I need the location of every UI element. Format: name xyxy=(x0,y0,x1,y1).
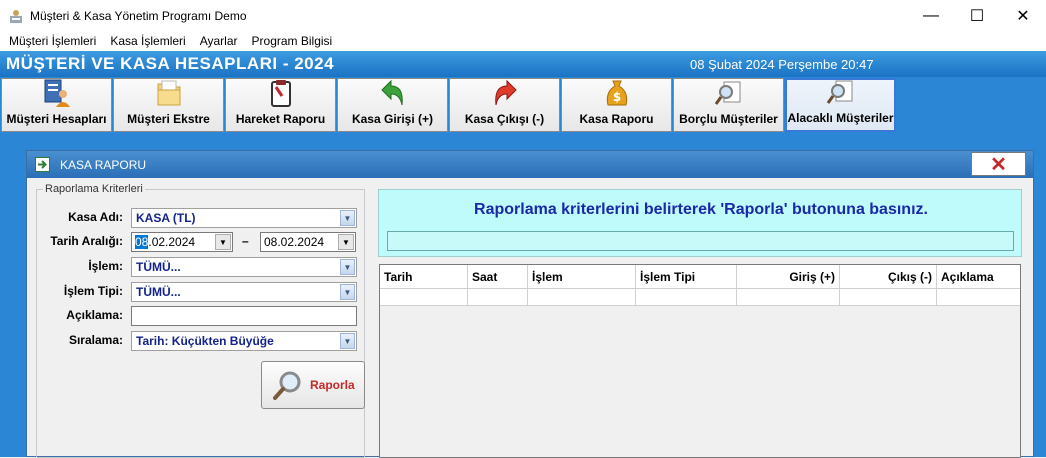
musteri-hesaplari-button[interactable]: Müşteri Hesapları xyxy=(1,78,112,132)
criteria-group: Raporlama Kriterleri Kasa Adı: KASA (TL)… xyxy=(36,183,365,458)
islem-value: TÜMÜ... xyxy=(136,260,181,274)
siralama-select[interactable]: Tarih: Küçükten Büyüğe ▼ xyxy=(131,331,357,351)
islem-tipi-value: TÜMÜ... xyxy=(136,285,181,299)
title-bar: Müşteri & Kasa Yönetim Programı Demo — ☐… xyxy=(0,0,1046,31)
toolbar-label: Kasa Girişi (+) xyxy=(351,112,434,126)
toolbar-label: Müşteri Hesapları xyxy=(6,112,107,126)
maximize-button[interactable]: ☐ xyxy=(954,0,1000,31)
window-title: Müşteri & Kasa Yönetim Programı Demo xyxy=(30,8,247,23)
menu-bar: Müşteri İşlemleri Kasa İşlemleri Ayarlar… xyxy=(0,31,1046,51)
tarih-label: Tarih Aralığı: xyxy=(50,234,123,248)
info-panel: Raporlama kriterlerini belirterek 'Rapor… xyxy=(378,189,1022,257)
kasa-label: Kasa Adı: xyxy=(68,210,123,224)
chevron-down-icon[interactable]: ▼ xyxy=(338,234,354,250)
magnifier-icon xyxy=(273,371,301,400)
app-icon xyxy=(8,8,24,24)
column-header[interactable]: Saat xyxy=(468,265,528,289)
toolbar-label: Kasa Raporu xyxy=(579,112,654,126)
menu-ayarlar[interactable]: Ayarlar xyxy=(193,34,245,48)
date-from-rest: .02.2024 xyxy=(148,235,196,249)
magnifier-report-icon xyxy=(826,77,856,107)
aciklama-label: Açıklama: xyxy=(66,308,123,322)
clipboard-icon xyxy=(266,78,296,108)
folder-icon xyxy=(154,78,184,108)
table-row[interactable] xyxy=(380,289,1020,306)
toolbar-label: Alacaklı Müşteriler xyxy=(787,111,894,125)
toolbar: Müşteri Hesapları Müşteri Ekstre Hareket… xyxy=(0,77,1046,134)
kasa-raporu-window: KASA RAPORU ✕ Raporlama Kriterleri Kasa … xyxy=(26,150,1034,458)
table-cell[interactable] xyxy=(737,289,840,306)
header-datetime: 08 Şubat 2024 Perşembe 20:47 xyxy=(690,57,874,72)
kasa-select[interactable]: KASA (TL) ▼ xyxy=(131,208,357,228)
toolbar-label: Kasa Çıkışı (-) xyxy=(464,112,545,126)
raporla-label: Raporla xyxy=(310,378,355,392)
chevron-down-icon[interactable]: ▼ xyxy=(340,284,355,300)
toolbar-label: Borçlu Müşteriler xyxy=(679,112,778,126)
hareket-raporu-button[interactable]: Hareket Raporu xyxy=(225,78,336,132)
islem-label: İşlem: xyxy=(88,259,123,273)
magnifier-report-icon xyxy=(714,78,744,108)
minimize-button[interactable]: — xyxy=(908,0,954,31)
table-cell[interactable] xyxy=(937,289,1020,306)
svg-text:$: $ xyxy=(612,90,620,104)
toolbar-label: Müşteri Ekstre xyxy=(127,112,210,126)
raporla-button[interactable]: Raporla xyxy=(261,361,365,409)
close-button[interactable]: ✕ xyxy=(1000,0,1046,31)
criteria-legend: Raporlama Kriterleri xyxy=(43,183,145,195)
islem-tipi-label: İşlem Tipi: xyxy=(63,284,123,298)
table-cell[interactable] xyxy=(840,289,937,306)
date-from-day: 08 xyxy=(135,235,149,249)
alacakli-musteriler-button[interactable]: Alacaklı Müşteriler xyxy=(785,78,896,132)
musteri-ekstre-button[interactable]: Müşteri Ekstre xyxy=(113,78,224,132)
borclu-musteriler-button[interactable]: Borçlu Müşteriler xyxy=(673,78,784,132)
chevron-down-icon[interactable]: ▼ xyxy=(215,234,231,250)
date-to-value: 08.02.2024 xyxy=(264,235,325,249)
menu-musteri-islemleri[interactable]: Müşteri İşlemleri xyxy=(2,34,103,48)
table-cell[interactable] xyxy=(528,289,636,306)
date-from-picker[interactable]: 08.02.2024 ▼ xyxy=(131,232,233,252)
kasa-value: KASA (TL) xyxy=(136,211,196,225)
child-title: KASA RAPORU xyxy=(60,158,147,172)
menu-program-bilgisi[interactable]: Program Bilgisi xyxy=(245,34,340,48)
table-cell[interactable] xyxy=(468,289,528,306)
chevron-down-icon[interactable]: ▼ xyxy=(340,210,355,226)
column-header[interactable]: İşlem xyxy=(528,265,636,289)
progress-bar xyxy=(387,231,1014,251)
date-to-picker[interactable]: 08.02.2024 ▼ xyxy=(260,232,356,252)
siralama-value: Tarih: Küçükten Büyüğe xyxy=(136,334,274,348)
menu-kasa-islemleri[interactable]: Kasa İşlemleri xyxy=(103,34,192,48)
column-header[interactable]: Açıklama xyxy=(937,265,1020,289)
child-close-button[interactable]: ✕ xyxy=(971,152,1026,176)
aciklama-input[interactable] xyxy=(131,306,357,326)
page-title: MÜŞTERİ VE KASA HESAPLARI - 2024 xyxy=(6,54,335,73)
table-cell[interactable] xyxy=(380,289,468,306)
chevron-down-icon[interactable]: ▼ xyxy=(340,259,355,275)
kasa-cikisi-button[interactable]: Kasa Çıkışı (-) xyxy=(449,78,560,132)
header-band: MÜŞTERİ VE KASA HESAPLARI - 2024 08 Şuba… xyxy=(0,51,1046,77)
info-message: Raporlama kriterlerini belirterek 'Rapor… xyxy=(474,201,928,218)
column-header[interactable]: Tarih xyxy=(380,265,468,289)
islem-tipi-select[interactable]: TÜMÜ... ▼ xyxy=(131,282,357,302)
column-header[interactable]: İşlem Tipi xyxy=(636,265,737,289)
green-arrow-icon xyxy=(378,78,408,108)
chevron-down-icon[interactable]: ▼ xyxy=(340,333,355,349)
table-cell[interactable] xyxy=(636,289,737,306)
column-header[interactable]: Giriş (+) xyxy=(737,265,840,289)
grid-header: Tarih Saat İşlem İşlem Tipi Giriş (+) Çı… xyxy=(380,265,1020,289)
child-title-bar: KASA RAPORU ✕ xyxy=(27,151,1033,178)
red-arrow-icon xyxy=(490,78,520,108)
kasa-raporu-button[interactable]: $ Kasa Raporu xyxy=(561,78,672,132)
money-bag-icon: $ xyxy=(602,78,632,108)
report-grid[interactable]: Tarih Saat İşlem İşlem Tipi Giriş (+) Çı… xyxy=(379,264,1021,458)
column-header[interactable]: Çıkış (-) xyxy=(840,265,937,289)
kasa-girisi-button[interactable]: Kasa Girişi (+) xyxy=(337,78,448,132)
siralama-label: Sıralama: xyxy=(68,333,123,347)
toolbar-label: Hareket Raporu xyxy=(235,112,326,126)
islem-select[interactable]: TÜMÜ... ▼ xyxy=(131,257,357,277)
customer-accounts-icon xyxy=(42,78,72,108)
date-separator: – xyxy=(242,234,249,248)
arrow-right-icon xyxy=(35,157,50,172)
